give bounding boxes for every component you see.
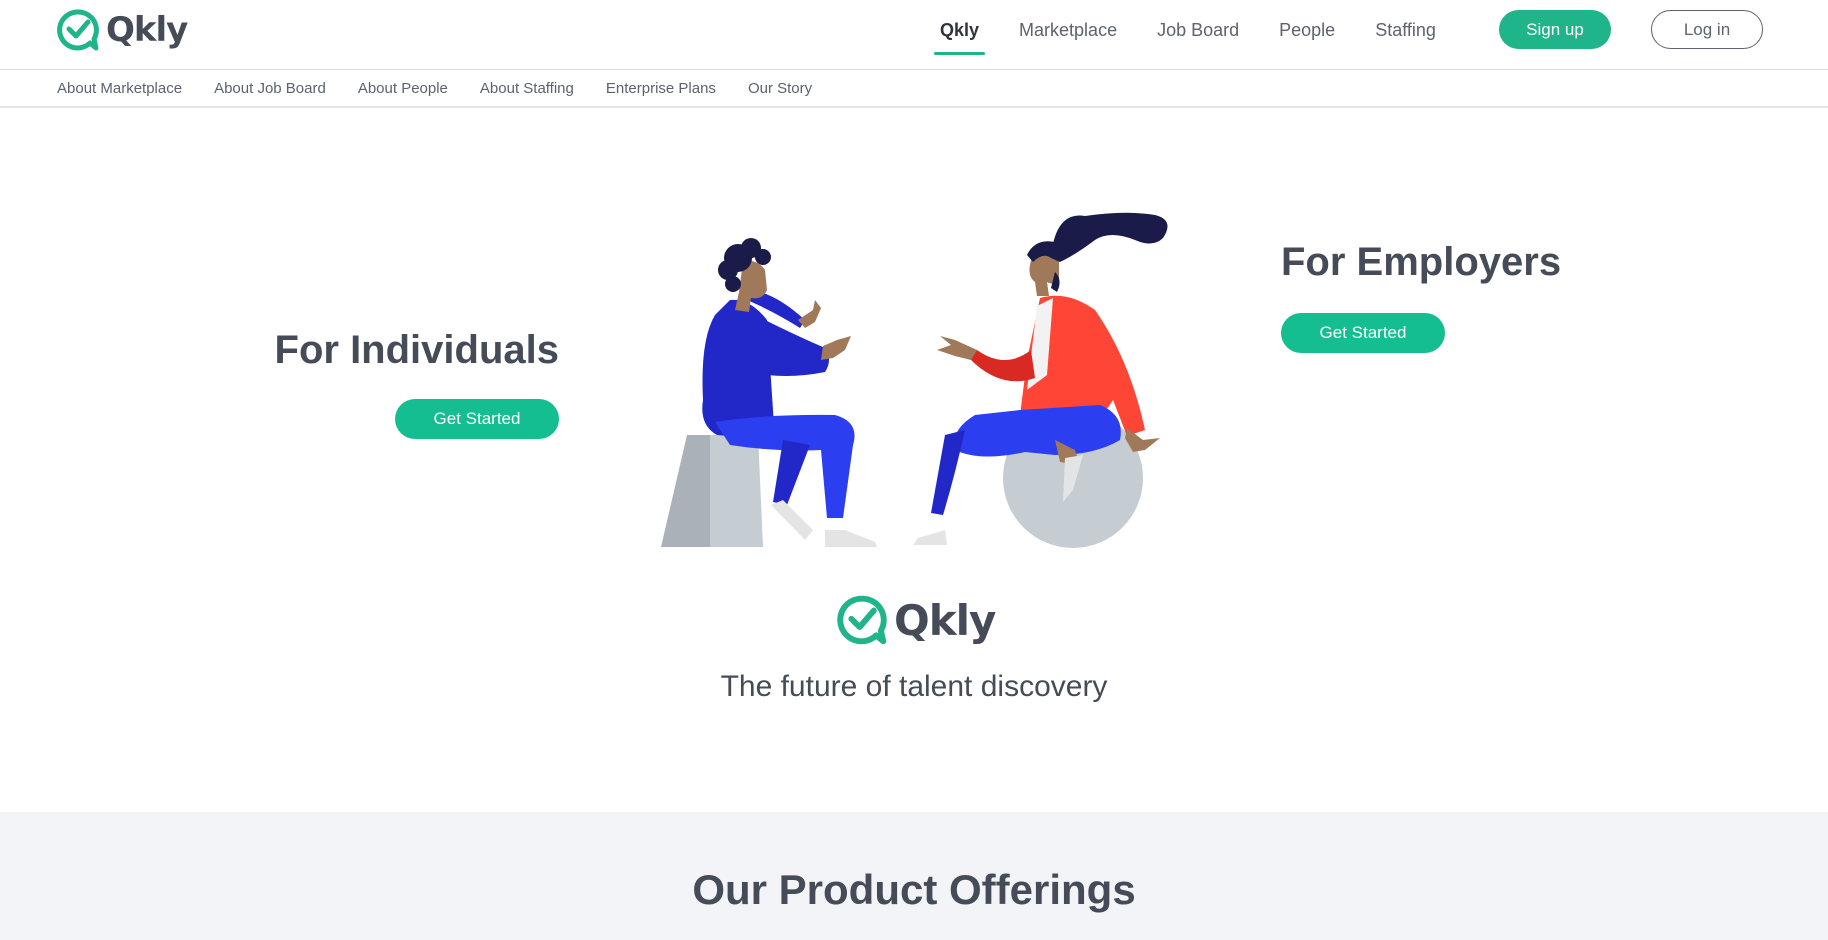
hero-illustration xyxy=(661,212,1168,548)
tagline: The future of talent discovery xyxy=(720,670,1108,703)
for-individuals-heading: For Individuals xyxy=(274,328,559,372)
qkly-check-bubble-icon xyxy=(57,9,99,51)
main-nav: Qkly Marketplace Job Board People Staffi… xyxy=(933,0,1476,70)
subnav-our-story[interactable]: Our Story xyxy=(748,80,812,97)
subnav-enterprise-plans[interactable]: Enterprise Plans xyxy=(606,80,716,97)
nav-item-people[interactable]: People xyxy=(1279,0,1335,70)
center-brand-name: Qkly xyxy=(894,595,996,645)
subnav-about-staffing[interactable]: About Staffing xyxy=(480,80,574,97)
subnav-about-people[interactable]: About People xyxy=(358,80,448,97)
nav-item-marketplace[interactable]: Marketplace xyxy=(1019,0,1117,70)
brand-logo[interactable]: Qkly xyxy=(56,8,188,52)
top-navigation-bar: Qkly Qkly Marketplace Job Board People S… xyxy=(0,0,1828,70)
product-offerings-heading: Our Product Offerings xyxy=(692,866,1136,913)
nav-item-job-board[interactable]: Job Board xyxy=(1157,0,1239,70)
subnav-about-marketplace[interactable]: About Marketplace xyxy=(57,80,182,97)
nav-item-staffing[interactable]: Staffing xyxy=(1375,0,1436,70)
employers-get-started-button[interactable]: Get Started xyxy=(1281,313,1445,353)
product-offerings-section: Our Product Offerings xyxy=(0,812,1828,940)
nav-item-qkly[interactable]: Qkly xyxy=(933,0,986,70)
log-in-button[interactable]: Log in xyxy=(1651,10,1763,49)
sign-up-button[interactable]: Sign up xyxy=(1499,10,1611,49)
subnav-about-job-board[interactable]: About Job Board xyxy=(214,80,326,97)
brand-name: Qkly xyxy=(106,10,188,50)
center-brand-logo: Qkly xyxy=(836,594,996,646)
qkly-check-bubble-icon xyxy=(837,595,887,645)
sub-navigation-bar: About Marketplace About Job Board About … xyxy=(0,71,1828,108)
individuals-get-started-button[interactable]: Get Started xyxy=(395,399,559,439)
for-employers-heading: For Employers xyxy=(1281,240,1562,284)
